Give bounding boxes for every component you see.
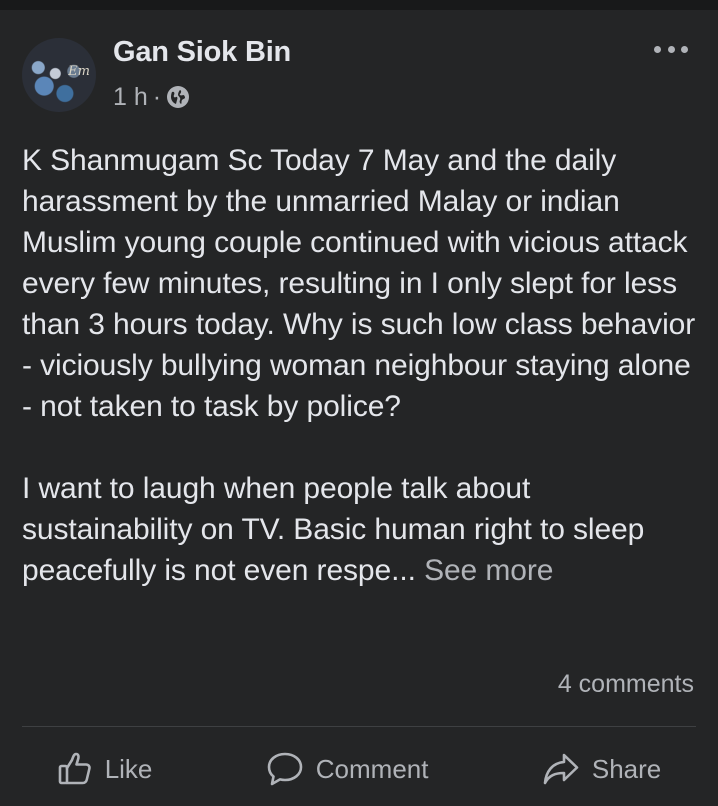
divider	[22, 726, 696, 727]
see-more-link[interactable]: See more	[424, 554, 553, 587]
top-strip	[0, 0, 718, 10]
globe-icon	[166, 85, 190, 109]
post-paragraph-truncated: I want to laugh when people talk about s…	[22, 468, 698, 591]
more-dot-icon	[681, 45, 688, 53]
comments-count[interactable]: 4 comments	[558, 670, 694, 699]
post-actions: Like Comment Share	[0, 738, 718, 800]
share-arrow-icon	[542, 751, 580, 787]
like-label: Like	[104, 753, 153, 784]
avatar[interactable]: Em	[22, 38, 96, 112]
share-button[interactable]: Share	[528, 745, 675, 793]
more-options-button[interactable]	[654, 40, 688, 58]
meta-separator: ·	[152, 82, 162, 111]
speech-bubble-icon	[266, 751, 304, 787]
post-header: Em Gan Siok Bin 1 h ·	[0, 10, 718, 120]
share-label: Share	[591, 753, 662, 784]
more-dot-icon	[667, 45, 675, 53]
post-body: K Shanmugam Sc Today 7 May and the daily…	[22, 140, 698, 591]
comment-label: Comment	[315, 753, 429, 784]
post-timestamp[interactable]: 1 h	[113, 83, 148, 112]
like-button[interactable]: Like	[43, 745, 167, 793]
thumbs-up-icon	[57, 751, 93, 787]
post-meta: 1 h ·	[113, 82, 190, 112]
more-dot-icon	[654, 45, 661, 53]
post-paragraph: K Shanmugam Sc Today 7 May and the daily…	[22, 144, 696, 423]
author-name[interactable]: Gan Siok Bin	[113, 36, 291, 69]
avatar-script-text: Em	[68, 64, 90, 79]
comment-button[interactable]: Comment	[252, 745, 443, 793]
